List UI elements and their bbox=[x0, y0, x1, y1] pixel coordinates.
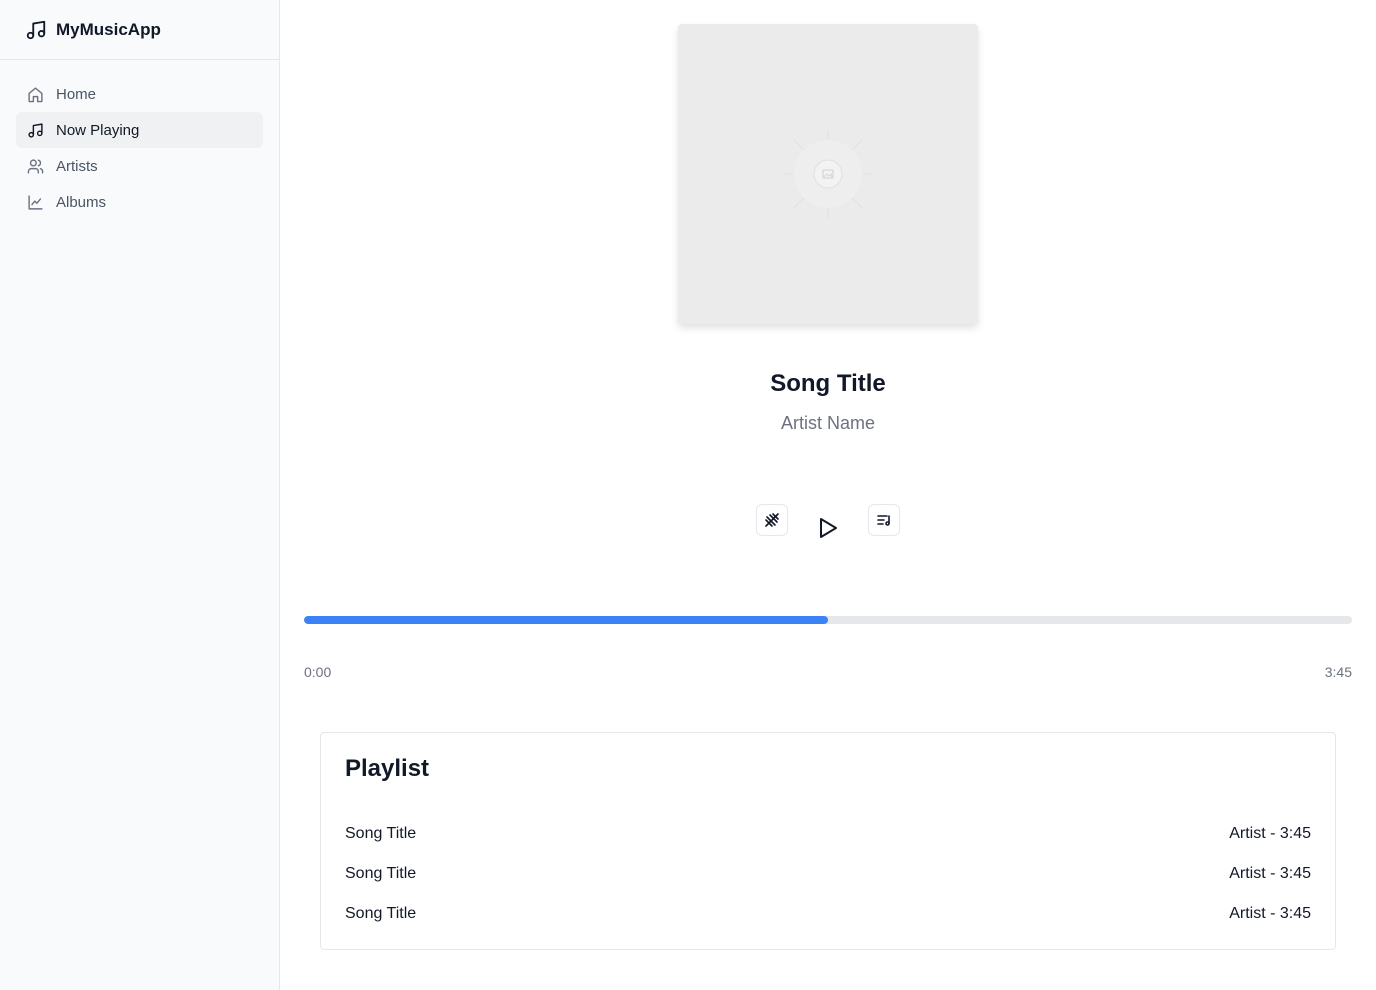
album-cover bbox=[678, 24, 978, 324]
music-note-icon bbox=[25, 19, 47, 41]
playlist-track[interactable]: Song Title Artist - 3:45 bbox=[345, 899, 1311, 929]
home-icon bbox=[26, 85, 44, 103]
artist-name: Artist Name bbox=[780, 413, 876, 433]
music-note-icon bbox=[26, 121, 44, 139]
playlist-track[interactable]: Song Title Artist - 3:45 bbox=[345, 859, 1311, 889]
app-title: MyMusicApp bbox=[56, 19, 161, 39]
progress-fill bbox=[304, 616, 828, 624]
sidebar-item-now-playing[interactable]: Now Playing bbox=[16, 112, 263, 148]
playlist-card: Playlist Song Title Artist - 3:45 Song T… bbox=[320, 732, 1336, 950]
track-meta: Artist - 3:45 bbox=[1229, 905, 1311, 922]
sidebar-item-albums[interactable]: Albums bbox=[16, 184, 263, 220]
track-title: Song Title bbox=[345, 825, 417, 842]
track-title: Song Title bbox=[345, 905, 417, 922]
sidebar-item-label: Home bbox=[56, 85, 97, 103]
sidebar-item-artists[interactable]: Artists bbox=[16, 148, 263, 184]
sidebar-item-label: Artists bbox=[56, 157, 98, 175]
track-title: Song Title bbox=[345, 865, 417, 882]
shuffle-button[interactable] bbox=[756, 504, 788, 536]
current-time: 0:00 bbox=[304, 664, 332, 680]
queue-button[interactable] bbox=[868, 504, 900, 536]
playlist-icon bbox=[877, 515, 890, 526]
playlist-title: Playlist bbox=[345, 755, 430, 782]
brand: MyMusicApp bbox=[0, 0, 279, 60]
sidebar-item-label: Albums bbox=[56, 193, 107, 211]
playlist-track[interactable]: Song Title Artist - 3:45 bbox=[345, 819, 1311, 849]
main-content: Song Title Artist Name 0:00 3:45 Playlis… bbox=[280, 0, 1376, 990]
progress-bar[interactable] bbox=[304, 616, 1352, 624]
users-icon bbox=[26, 157, 44, 175]
image-placeholder-icon bbox=[784, 130, 872, 218]
track-meta: Artist - 3:45 bbox=[1229, 865, 1311, 882]
song-title: Song Title bbox=[770, 370, 886, 397]
play-button[interactable] bbox=[814, 510, 842, 546]
sidebar-item-home[interactable]: Home bbox=[16, 76, 263, 112]
sidebar: MyMusicApp Home Now Playing Artists Albu… bbox=[0, 0, 280, 990]
sidebar-item-label: Now Playing bbox=[56, 121, 140, 139]
shuffle-icon bbox=[765, 513, 779, 527]
play-icon bbox=[820, 518, 837, 538]
track-meta: Artist - 3:45 bbox=[1229, 825, 1311, 842]
chart-line-icon bbox=[26, 193, 44, 211]
duration-time: 3:45 bbox=[1324, 664, 1352, 680]
sidebar-nav: Home Now Playing Artists Albums bbox=[0, 60, 279, 220]
